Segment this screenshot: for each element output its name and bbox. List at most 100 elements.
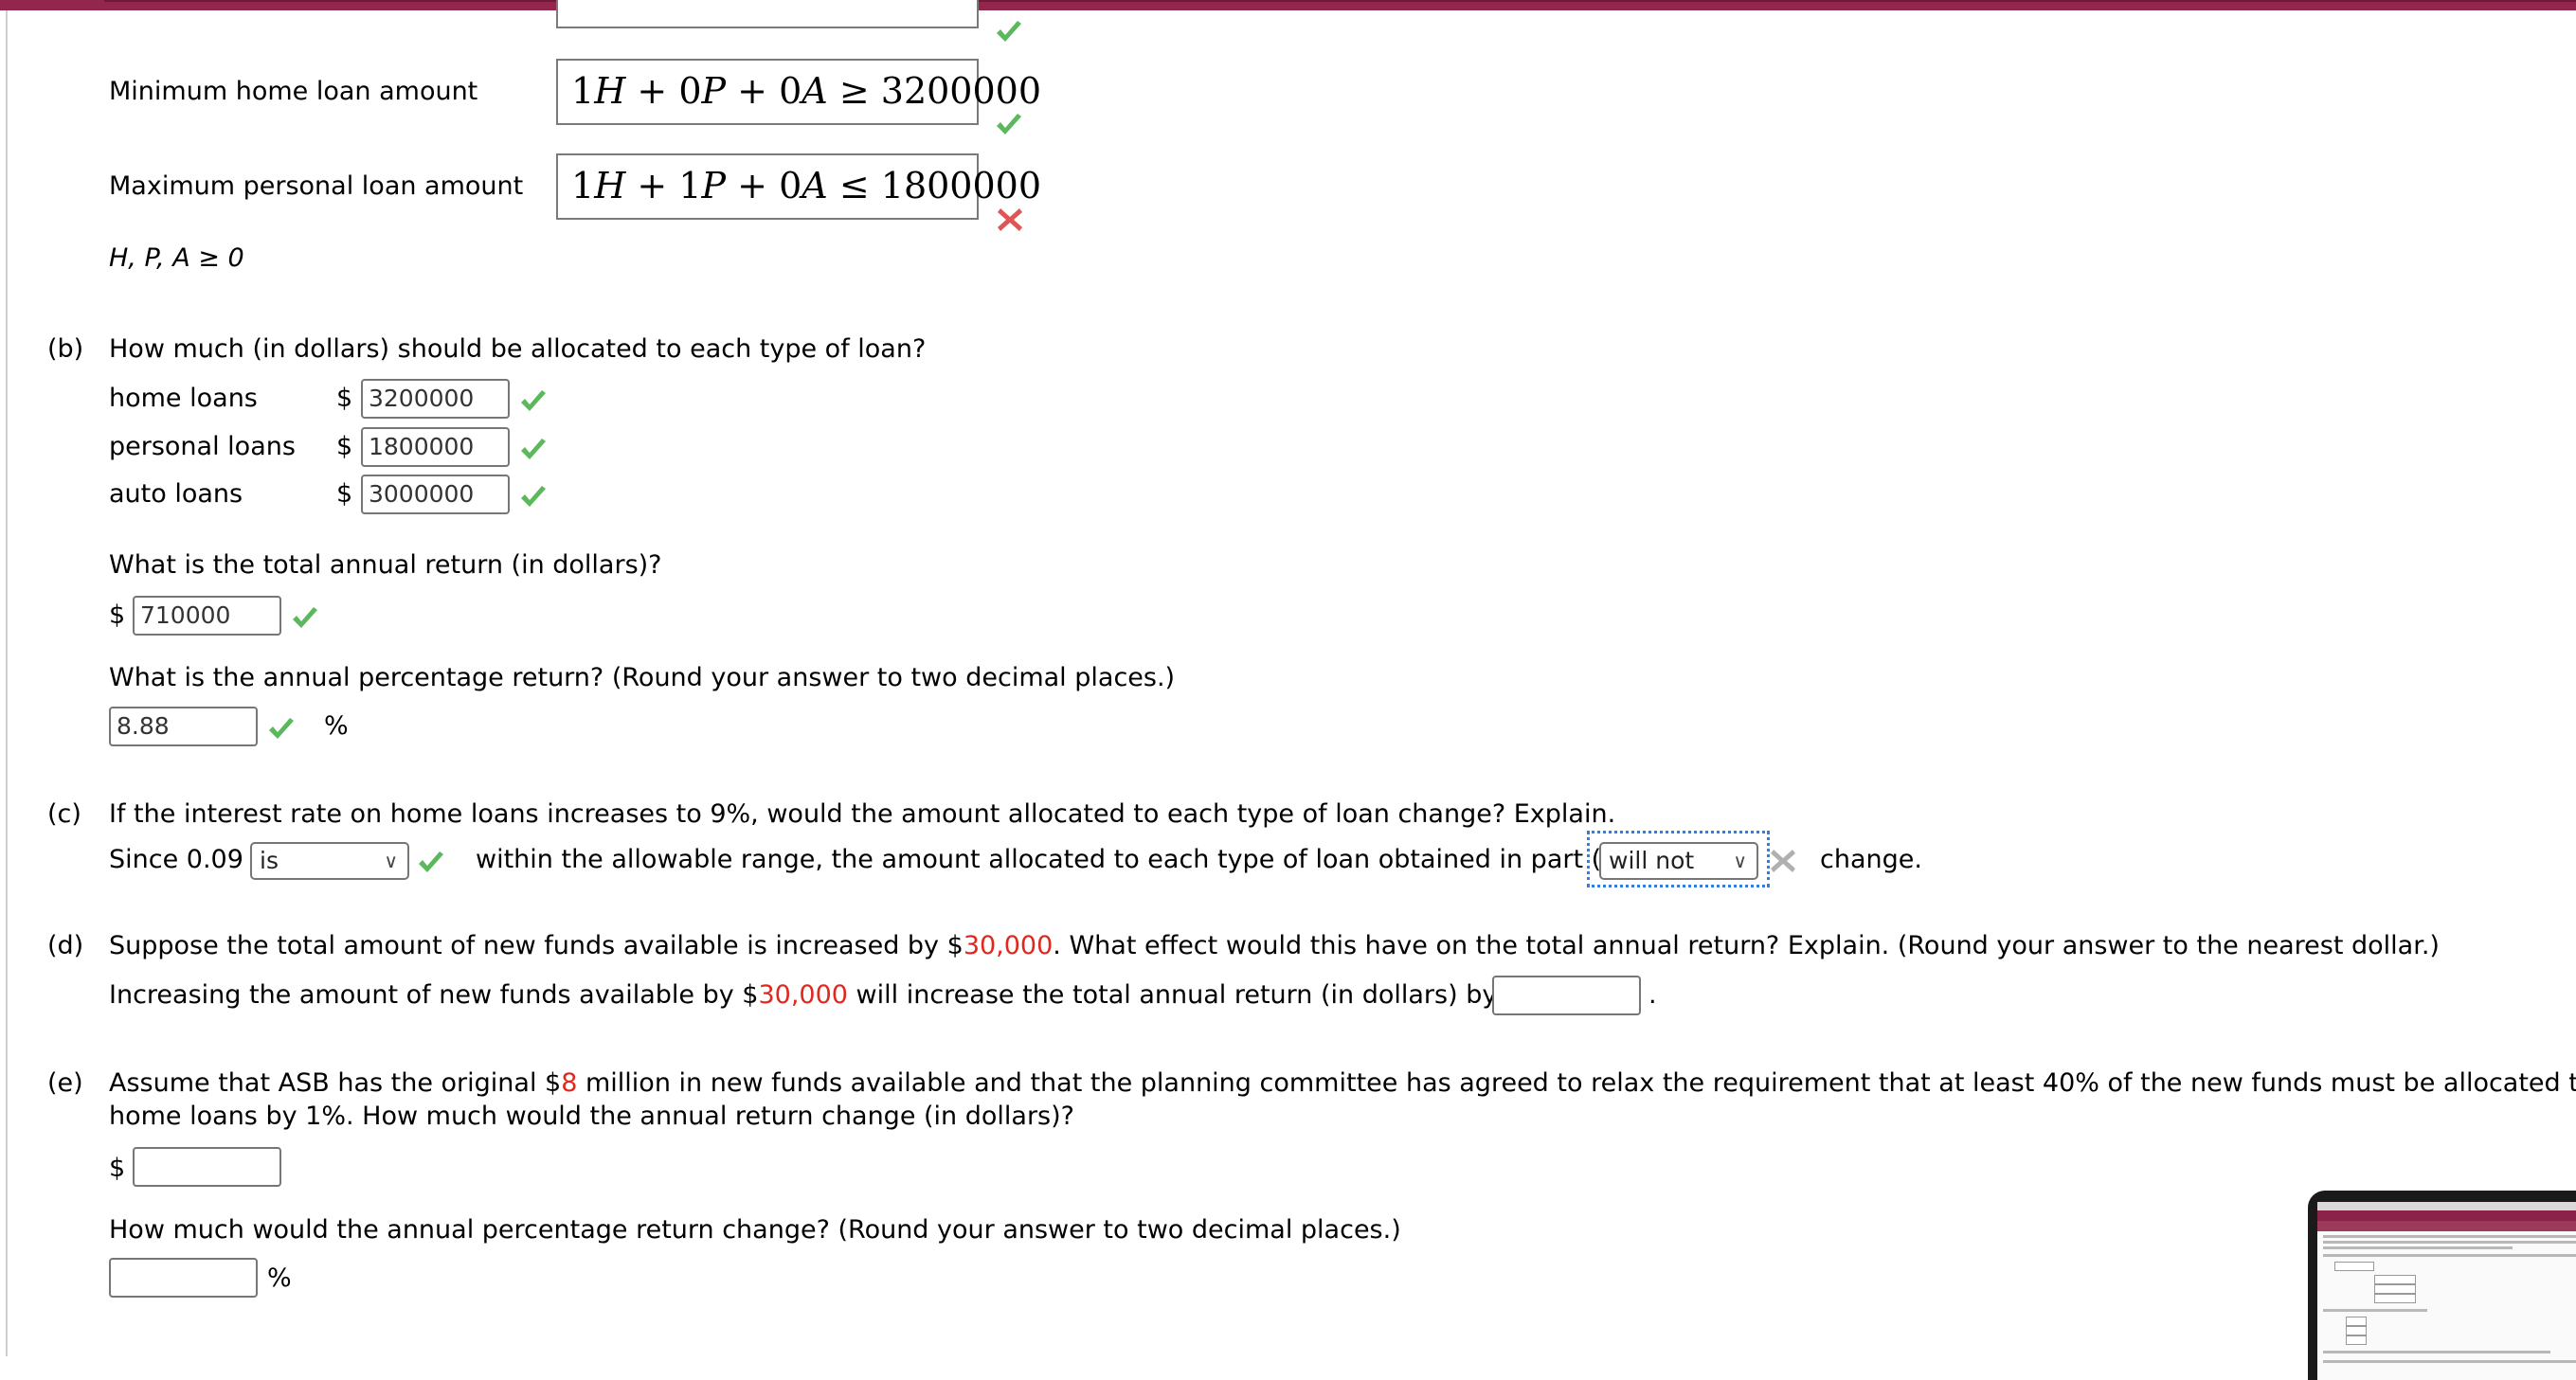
thumbnail-line bbox=[2323, 1235, 2576, 1238]
part-c-tag: (c) bbox=[47, 799, 81, 829]
part-d-tag: (d) bbox=[47, 931, 84, 960]
thumbnail-box bbox=[2346, 1317, 2367, 1326]
annual-return-change-input[interactable] bbox=[133, 1147, 281, 1187]
period: . bbox=[1648, 980, 1657, 1010]
coef: 1 bbox=[571, 165, 595, 206]
check-icon bbox=[997, 114, 1021, 134]
check-icon bbox=[521, 439, 546, 459]
highlight-amount: 30,000 bbox=[758, 980, 848, 1010]
question-text: Assume that ASB has the original $ bbox=[109, 1068, 562, 1098]
chevron-down-icon: ∨ bbox=[1733, 850, 1747, 872]
thumbnail-menubar bbox=[2317, 1202, 2576, 1210]
highlight-amount: 8 bbox=[561, 1068, 578, 1098]
change-select[interactable]: will not ∨ bbox=[1599, 842, 1758, 880]
pct-return-input[interactable]: 8.88 bbox=[109, 707, 258, 746]
currency-symbol: $ bbox=[336, 479, 353, 509]
part-b-tag: (b) bbox=[47, 334, 84, 364]
constraint-box-partial[interactable] bbox=[556, 0, 979, 28]
thumbnail-line bbox=[2323, 1351, 2550, 1353]
var: P bbox=[701, 165, 727, 206]
check-icon bbox=[997, 21, 1021, 42]
answer-text: will increase the total annual return (i… bbox=[847, 980, 1522, 1010]
part-e-tag: (e) bbox=[47, 1068, 83, 1098]
total-return-question: What is the total annual return (in doll… bbox=[109, 550, 662, 580]
question-text: Suppose the total amount of new funds av… bbox=[109, 931, 964, 960]
nonnegativity-constraint: H, P, A ≥ 0 bbox=[109, 243, 244, 273]
check-icon bbox=[521, 486, 546, 507]
var: A bbox=[802, 70, 828, 112]
thumbnail-box bbox=[2346, 1335, 2367, 1345]
x-mark-icon bbox=[1771, 850, 1795, 872]
thumbnail-line bbox=[2323, 1360, 2576, 1363]
top-bar-shadow bbox=[104, 0, 2576, 2]
operator: ≤ bbox=[838, 165, 870, 206]
content-left-border bbox=[6, 10, 8, 1356]
question-text: . What effect would this have on the tot… bbox=[1053, 931, 2440, 960]
var: H bbox=[594, 165, 626, 206]
check-icon bbox=[419, 851, 443, 872]
rhs: 1800000 bbox=[880, 165, 1042, 206]
part-d-answer-text: Increasing the amount of new funds avail… bbox=[109, 979, 1522, 1012]
currency-symbol: $ bbox=[336, 384, 353, 413]
check-icon bbox=[269, 718, 294, 739]
thumbnail-box bbox=[2374, 1294, 2416, 1303]
range-select[interactable]: is ∨ bbox=[250, 842, 409, 880]
rhs: 3200000 bbox=[880, 70, 1042, 112]
operator: ≥ bbox=[838, 70, 870, 112]
change-select-value: will not bbox=[1609, 847, 1695, 874]
part-e-pct-question: How much would the annual percentage ret… bbox=[109, 1215, 1401, 1245]
part-b-question: How much (in dollars) should be allocate… bbox=[109, 334, 927, 364]
var: A bbox=[802, 165, 828, 206]
percent-unit: % bbox=[267, 1264, 292, 1293]
constraint-input-max-personal[interactable]: 1H + 1P + 0A ≤ 1800000 bbox=[556, 153, 1041, 220]
part-c-question: If the interest rate on home loans incre… bbox=[109, 799, 1616, 829]
currency-symbol: $ bbox=[109, 600, 126, 630]
part-e-question-line1: Assume that ASB has the original $8 mill… bbox=[109, 1067, 2576, 1100]
pct-return-change-input[interactable] bbox=[109, 1258, 258, 1298]
thumbnail-page bbox=[2317, 1231, 2576, 1380]
currency-symbol: $ bbox=[336, 432, 353, 461]
thumbnail-tabbar bbox=[2317, 1210, 2576, 1221]
screenshot-thumbnail[interactable] bbox=[2308, 1191, 2576, 1380]
constraint-label-min-home: Minimum home loan amount bbox=[109, 77, 478, 106]
auto-loans-input[interactable]: 3000000 bbox=[361, 475, 510, 514]
thumbnail-line bbox=[2323, 1246, 2513, 1249]
personal-loans-input[interactable]: 1800000 bbox=[361, 427, 510, 467]
highlight-amount: 30,000 bbox=[963, 931, 1054, 960]
coef: 1 bbox=[571, 70, 595, 112]
thumbnail-line bbox=[2323, 1241, 2576, 1244]
alloc-label-home: home loans bbox=[109, 384, 258, 413]
return-increase-input[interactable] bbox=[1492, 976, 1641, 1015]
check-icon bbox=[521, 390, 546, 411]
home-loans-input[interactable]: 3200000 bbox=[361, 379, 510, 419]
part-c-end-text: change. bbox=[1820, 845, 1922, 874]
coef: 0 bbox=[779, 165, 802, 206]
since-text: Since 0.09 bbox=[109, 845, 243, 874]
total-return-input[interactable]: 710000 bbox=[133, 596, 281, 636]
currency-symbol: $ bbox=[109, 1154, 126, 1183]
part-e-question-line2: home loans by 1%. How much would the ann… bbox=[109, 1102, 1074, 1131]
thumbnail-box bbox=[2374, 1284, 2416, 1294]
thumbnail-line bbox=[2323, 1309, 2427, 1312]
var: H bbox=[594, 70, 626, 112]
question-text: million in new funds available and that … bbox=[577, 1068, 2576, 1098]
brand-top-bar bbox=[0, 0, 2576, 10]
coef: 1 bbox=[678, 165, 702, 206]
constraint-label-max-personal: Maximum personal loan amount bbox=[109, 171, 524, 201]
constraint-input-min-home[interactable]: 1H + 0P + 0A ≥ 3200000 bbox=[556, 59, 1041, 125]
answer-text: Increasing the amount of new funds avail… bbox=[109, 980, 759, 1010]
chevron-down-icon: ∨ bbox=[384, 850, 398, 872]
thumbnail-box bbox=[2374, 1275, 2416, 1284]
range-select-value: is bbox=[260, 847, 279, 874]
alloc-label-auto: auto loans bbox=[109, 479, 243, 509]
coef: 0 bbox=[779, 70, 802, 112]
thumbnail-box bbox=[2346, 1326, 2367, 1335]
pct-return-question: What is the annual percentage return? (R… bbox=[109, 663, 1176, 692]
x-mark-icon bbox=[998, 208, 1022, 231]
thumbnail-box bbox=[2334, 1262, 2374, 1271]
percent-unit: % bbox=[324, 711, 349, 741]
thumbnail-line bbox=[2323, 1254, 2576, 1257]
var: P bbox=[701, 70, 727, 112]
alloc-label-personal: personal loans bbox=[109, 432, 296, 461]
part-d-question: Suppose the total amount of new funds av… bbox=[109, 930, 2440, 962]
